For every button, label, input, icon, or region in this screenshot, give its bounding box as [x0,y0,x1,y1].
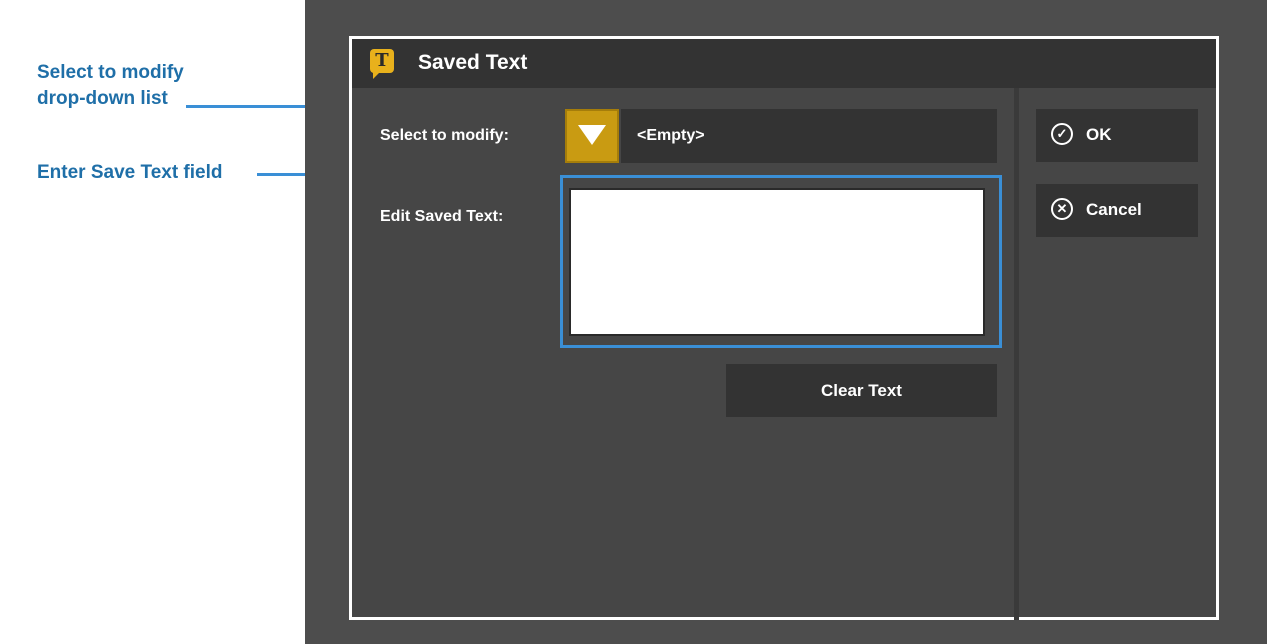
textfield-highlight [560,175,1002,348]
clear-text-button[interactable]: Clear Text [726,364,997,417]
edit-saved-text-field[interactable] [569,188,985,336]
select-label: Select to modify: [380,127,509,144]
cancel-button[interactable]: ✕ Cancel [1036,184,1198,237]
dropdown-callout-line1: Select to modify [37,62,184,83]
ok-label: OK [1086,125,1112,144]
close-circle-icon: ✕ [1051,198,1073,220]
dialog-title: Saved Text [418,51,528,74]
saved-text-dialog: T Saved Text Select to modify: <Empty> E… [349,36,1219,620]
triangle-down-icon [578,125,606,145]
check-circle-icon: ✓ [1051,123,1073,145]
dialog-divider [1014,88,1019,620]
textfield-callout: Enter Save Text field [37,162,223,183]
screen: T Saved Text Select to modify: <Empty> E… [305,0,1267,644]
ok-button[interactable]: ✓ OK [1036,109,1198,162]
dropdown-button[interactable] [565,109,619,163]
cancel-label: Cancel [1086,200,1142,219]
dropdown-callout-line2: drop-down list [37,88,168,109]
saved-text-icon: T [370,49,394,79]
select-value: <Empty> [637,127,705,144]
edit-label: Edit Saved Text: [380,208,504,225]
dropdown-callout: Select to modify drop-down list [37,60,184,112]
saved-text-select[interactable]: <Empty> [621,109,997,163]
dialog-titlebar: T Saved Text [352,39,1216,88]
